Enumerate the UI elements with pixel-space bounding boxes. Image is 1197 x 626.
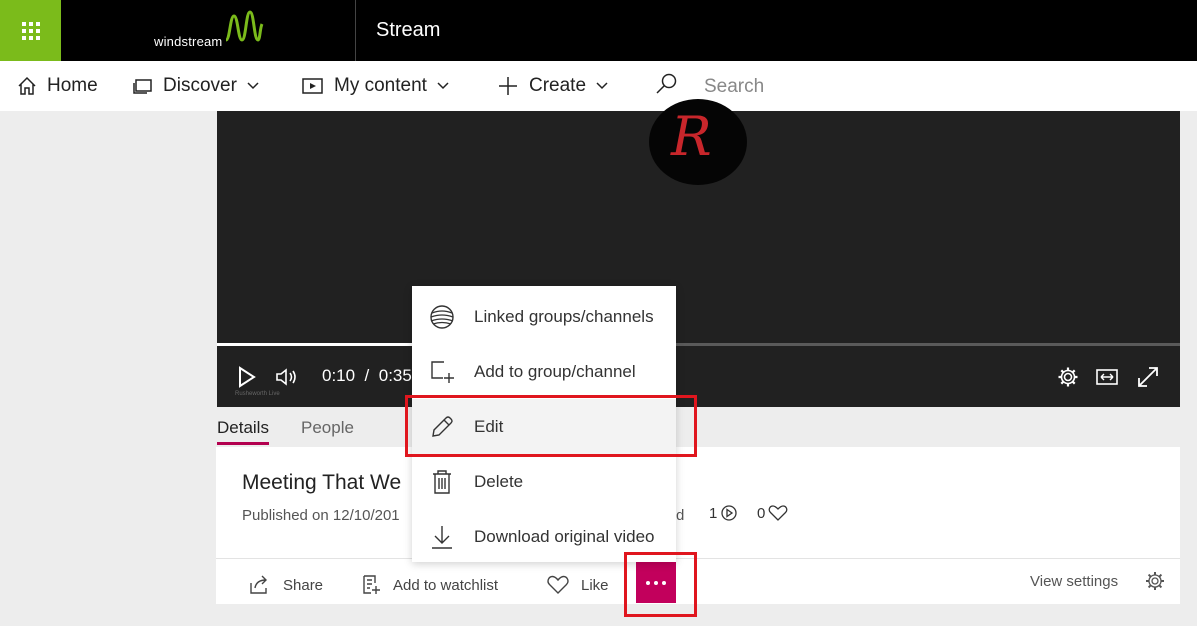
search-icon[interactable] [655, 72, 679, 96]
views-icon [721, 505, 737, 521]
more-button-highlight-box [624, 552, 697, 617]
nav-home-label: Home [47, 75, 98, 96]
view-settings-link[interactable]: View settings [1030, 573, 1118, 590]
play-icon[interactable] [237, 366, 257, 388]
menu-item-label: Delete [474, 471, 524, 491]
nav-discover[interactable]: Discover [133, 61, 269, 111]
watchlist-label: Add to watchlist [393, 576, 499, 594]
video-icon [302, 78, 323, 94]
time-display: 0:10 / 0:35 [322, 366, 412, 386]
like-button[interactable]: Like [547, 575, 609, 595]
menu-item-add-to-group[interactable]: Add to group/channel [412, 344, 676, 399]
add-to-watchlist-button[interactable]: Add to watchlist [361, 575, 498, 595]
volume-icon[interactable] [275, 367, 299, 387]
time-separator: / [364, 366, 370, 385]
fullscreen-icon[interactable] [1136, 365, 1160, 389]
watchlist-icon [363, 575, 380, 594]
details-card: Meeting That We Published on 12/10/201 d… [216, 447, 1180, 604]
video-player[interactable]: R 0:10 / 0:35 Rusheworth Live [217, 99, 1180, 407]
like-count: 0 [757, 504, 788, 522]
waffle-icon [21, 21, 40, 40]
duration: 0:35 [378, 366, 412, 385]
discover-icon [133, 79, 152, 94]
view-settings-gear-icon[interactable] [1145, 571, 1165, 591]
partial-text: d [676, 507, 685, 524]
header-divider [355, 0, 356, 61]
heart-icon [768, 505, 788, 521]
tab-active-indicator [217, 442, 269, 445]
home-icon [18, 76, 36, 95]
nav-create[interactable]: Create [497, 61, 618, 111]
video-logo: R [649, 99, 747, 185]
like-count-value: 0 [757, 504, 766, 522]
menu-item-linked-groups[interactable]: Linked groups/channels [412, 289, 676, 344]
video-title: Meeting That We [242, 471, 402, 494]
theater-mode-icon[interactable] [1096, 368, 1118, 386]
edit-highlight-box [405, 395, 697, 457]
trash-icon [433, 470, 451, 494]
download-icon [432, 526, 452, 549]
top-bar: windstream Stream [0, 0, 1197, 61]
chevron-down-icon [247, 82, 259, 90]
menu-item-label: Download original video [474, 526, 655, 546]
nav-discover-label: Discover [163, 75, 237, 96]
windstream-logo[interactable]: windstream [152, 10, 272, 50]
nav-home[interactable]: Home [17, 61, 98, 111]
nav-create-label: Create [529, 75, 587, 96]
menu-item-delete[interactable]: Delete [412, 454, 676, 509]
current-time: 0:10 [322, 366, 356, 385]
nav-my-content-label: My content [334, 75, 427, 96]
add-group-icon [431, 361, 454, 383]
nav-bar: Home Discover My content Create Search [0, 61, 1197, 111]
brand-name: windstream [154, 34, 223, 49]
heart-outline-icon [547, 575, 569, 594]
view-count-value: 1 [709, 504, 718, 522]
app-title: Stream [376, 19, 441, 41]
tab-people[interactable]: People [301, 418, 354, 438]
like-label: Like [581, 576, 609, 594]
published-date: Published on 12/10/201 [242, 507, 400, 524]
settings-gear-icon[interactable] [1057, 366, 1079, 388]
view-count: 1 [709, 504, 738, 522]
plus-icon [499, 77, 517, 95]
progress-bar[interactable] [217, 343, 1180, 346]
player-watermark: Rusheworth Live [235, 391, 280, 397]
card-divider [216, 558, 1180, 559]
wave-logo-icon [224, 10, 264, 42]
menu-item-label: Linked groups/channels [474, 306, 654, 326]
nav-my-content[interactable]: My content [302, 61, 459, 111]
tab-details[interactable]: Details [217, 418, 269, 438]
globe-icon [430, 305, 454, 329]
share-icon [250, 575, 267, 594]
chevron-down-icon [596, 82, 608, 90]
search-input[interactable]: Search [704, 76, 764, 98]
menu-item-label: Add to group/channel [474, 361, 636, 381]
share-label: Share [283, 576, 324, 594]
app-launcher-button[interactable] [0, 0, 61, 61]
chevron-down-icon [437, 82, 449, 90]
share-button[interactable]: Share [249, 575, 323, 595]
